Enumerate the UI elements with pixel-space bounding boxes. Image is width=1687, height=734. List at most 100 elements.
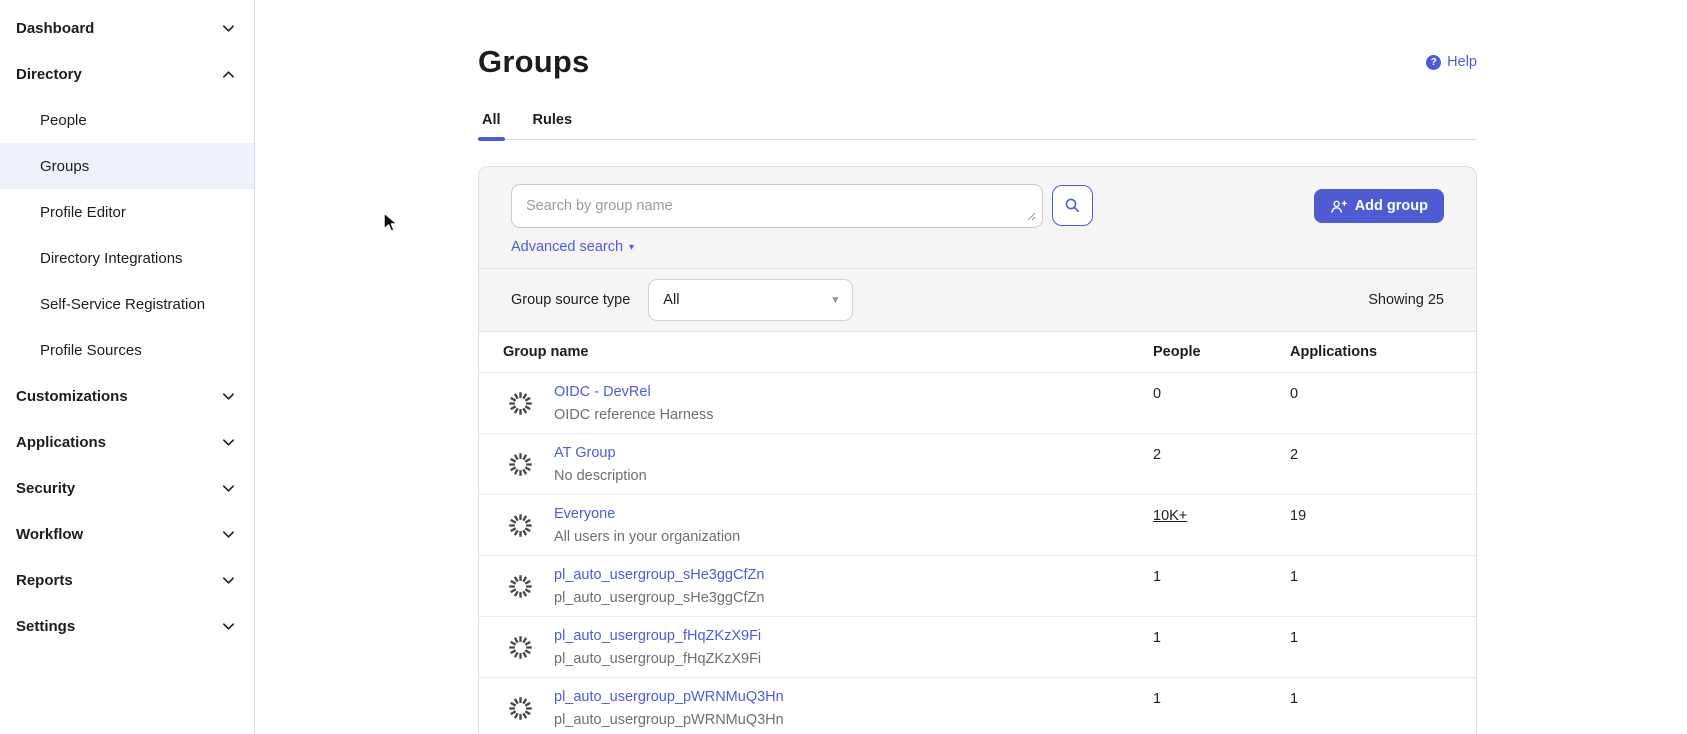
tab-all[interactable]: All (478, 106, 505, 139)
sidebar-item-label: Reports (16, 572, 73, 589)
applications-count: 2 (1290, 443, 1452, 465)
group-name-link[interactable]: pl_auto_usergroup_sHe3ggCfZn (554, 565, 764, 585)
sidebar-item-label: Customizations (16, 388, 128, 405)
advanced-search-link[interactable]: Advanced search ▾ (511, 239, 634, 255)
sidebar-item-label: Profile Editor (40, 204, 126, 221)
chevron-down-icon (221, 619, 236, 634)
group-name-link[interactable]: OIDC - DevRel (554, 382, 714, 402)
group-icon (507, 695, 534, 722)
table-row: OIDC - DevRel OIDC reference Harness 0 0 (479, 372, 1476, 433)
showing-count: Showing 25 (1368, 292, 1444, 308)
applications-count: 1 (1290, 626, 1452, 648)
sidebar: Dashboard Directory People Groups Profil… (0, 0, 255, 734)
group-name-link[interactable]: AT Group (554, 443, 647, 463)
sidebar-item-customizations[interactable]: Customizations (0, 373, 254, 419)
sidebar-item-label: Self-Service Registration (40, 296, 205, 313)
column-header-group-name: Group name (503, 344, 1153, 360)
selected-option: All (663, 292, 679, 308)
group-description: pl_auto_usergroup_pWRNMuQ3Hn (554, 710, 784, 730)
applications-count: 0 (1290, 382, 1452, 404)
sidebar-item-label: Directory Integrations (40, 250, 183, 267)
group-icon (507, 634, 534, 661)
sidebar-item-people[interactable]: People (0, 97, 254, 143)
group-icon (507, 512, 534, 539)
people-count[interactable]: 10K+ (1153, 504, 1290, 526)
group-icon (507, 573, 534, 600)
group-icon (507, 390, 534, 417)
add-user-icon (1330, 199, 1347, 214)
sidebar-item-label: People (40, 112, 87, 129)
sidebar-item-profile-editor[interactable]: Profile Editor (0, 189, 254, 235)
add-group-button[interactable]: Add group (1314, 189, 1444, 223)
sidebar-item-self-service-registration[interactable]: Self-Service Registration (0, 281, 254, 327)
main-content: Groups ? Help All Rules (256, 0, 1687, 734)
table-header: Group name People Applications (479, 332, 1476, 372)
chevron-up-icon (221, 67, 236, 82)
chevron-down-icon (221, 21, 236, 36)
chevron-down-icon (221, 481, 236, 496)
column-header-people: People (1153, 344, 1290, 360)
chevron-down-icon (221, 435, 236, 450)
sidebar-item-label: Dashboard (16, 20, 94, 37)
table-row: pl_auto_usergroup_sHe3ggCfZn pl_auto_use… (479, 555, 1476, 616)
people-count: 0 (1153, 382, 1290, 404)
sidebar-item-label: Security (16, 480, 75, 497)
tab-rules[interactable]: Rules (529, 106, 577, 139)
sidebar-item-label: Profile Sources (40, 342, 142, 359)
sidebar-item-groups[interactable]: Groups (0, 143, 254, 189)
group-name-link[interactable]: pl_auto_usergroup_pWRNMuQ3Hn (554, 687, 784, 707)
sidebar-item-directory-integrations[interactable]: Directory Integrations (0, 235, 254, 281)
applications-count: 1 (1290, 565, 1452, 587)
applications-count: 19 (1290, 504, 1452, 526)
applications-count: 1 (1290, 687, 1452, 709)
tab-bar: All Rules (478, 106, 1477, 140)
group-description: OIDC reference Harness (554, 405, 714, 425)
sidebar-item-profile-sources[interactable]: Profile Sources (0, 327, 254, 373)
sidebar-item-label: Workflow (16, 526, 83, 543)
group-description: All users in your organization (554, 527, 740, 547)
caret-down-icon: ▼ (830, 295, 840, 306)
sidebar-item-settings[interactable]: Settings (0, 603, 254, 649)
chevron-down-icon (221, 527, 236, 542)
sidebar-item-label: Groups (40, 158, 89, 175)
search-button[interactable] (1052, 185, 1093, 226)
column-header-applications: Applications (1290, 344, 1452, 360)
page-title: Groups (478, 44, 589, 80)
search-section: Add group Advanced search ▾ (479, 167, 1476, 269)
help-link[interactable]: ? Help (1426, 54, 1477, 70)
sidebar-item-workflow[interactable]: Workflow (0, 511, 254, 557)
people-count: 1 (1153, 687, 1290, 709)
group-icon (507, 451, 534, 478)
sidebar-item-label: Applications (16, 434, 106, 451)
chevron-down-icon (221, 573, 236, 588)
group-source-type-label: Group source type (511, 292, 630, 308)
sidebar-item-applications[interactable]: Applications (0, 419, 254, 465)
add-group-label: Add group (1355, 198, 1428, 214)
sidebar-item-security[interactable]: Security (0, 465, 254, 511)
group-description: pl_auto_usergroup_sHe3ggCfZn (554, 588, 764, 608)
sidebar-item-reports[interactable]: Reports (0, 557, 254, 603)
sidebar-item-dashboard[interactable]: Dashboard (0, 5, 254, 51)
filter-section: Group source type All ▼ Showing 25 (479, 269, 1476, 332)
group-source-type-select[interactable]: All ▼ (648, 279, 853, 321)
sidebar-item-label: Directory (16, 66, 82, 83)
group-name-link[interactable]: pl_auto_usergroup_fHqZKzX9Fi (554, 626, 761, 646)
resize-grip-icon[interactable] (1027, 212, 1036, 221)
groups-panel: Add group Advanced search ▾ Group source… (478, 166, 1477, 734)
people-count: 1 (1153, 565, 1290, 587)
table-row: AT Group No description 2 2 (479, 433, 1476, 494)
help-label: Help (1447, 54, 1477, 70)
sidebar-item-directory[interactable]: Directory (0, 51, 254, 97)
table-row: pl_auto_usergroup_pWRNMuQ3Hn pl_auto_use… (479, 677, 1476, 734)
group-description: No description (554, 466, 647, 486)
search-icon (1064, 197, 1081, 214)
okta-admin-groups-page: Dashboard Directory People Groups Profil… (0, 0, 1687, 734)
table-row: pl_auto_usergroup_fHqZKzX9Fi pl_auto_use… (479, 616, 1476, 677)
caret-down-icon: ▾ (629, 242, 634, 253)
help-icon: ? (1426, 55, 1441, 70)
chevron-down-icon (221, 389, 236, 404)
search-input[interactable] (511, 184, 1043, 228)
people-count: 1 (1153, 626, 1290, 648)
people-count: 2 (1153, 443, 1290, 465)
group-name-link[interactable]: Everyone (554, 504, 740, 524)
